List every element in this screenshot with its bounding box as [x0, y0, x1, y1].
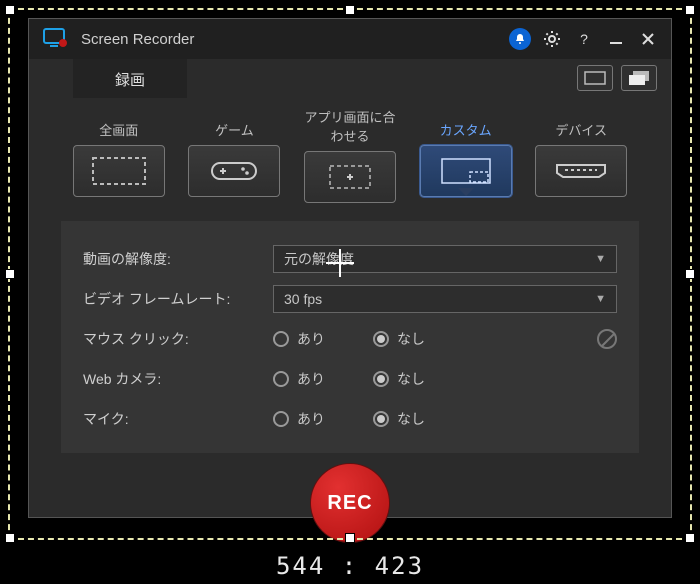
mouseclick-label: マウス クリック:	[83, 329, 273, 349]
settings-panel: 動画の解像度: 元の解像度 ▼ ビデオ フレームレート: 30 fps ▼ マウ…	[61, 221, 639, 453]
record-button[interactable]: REC	[310, 463, 390, 543]
titlebar: Screen Recorder ?	[29, 19, 671, 59]
framerate-select[interactable]: 30 fps ▼	[273, 285, 617, 313]
mouseclick-yes-radio[interactable]: あり	[273, 329, 325, 349]
chevron-down-icon: ▼	[595, 293, 606, 305]
chevron-down-icon: ▼	[595, 253, 606, 265]
aspect-mode-button[interactable]	[577, 65, 613, 91]
tab-fullscreen[interactable]: 全画面	[67, 107, 171, 203]
subbar: 録画	[29, 59, 671, 97]
mic-label: マイク:	[83, 409, 273, 429]
close-button[interactable]	[637, 28, 659, 50]
help-icon[interactable]: ?	[573, 28, 595, 50]
device-hdmi-icon	[535, 145, 627, 197]
record-tab[interactable]: 録画	[73, 59, 187, 98]
resolution-label: 動画の解像度:	[83, 249, 273, 269]
app-icon	[41, 27, 71, 51]
tab-game[interactable]: ゲーム	[183, 107, 287, 203]
mic-no-radio[interactable]: なし	[373, 409, 425, 429]
app-window: Screen Recorder ? 録画 全画面	[28, 18, 672, 518]
tab-custom[interactable]: カスタム	[414, 107, 518, 203]
tab-device[interactable]: デバイス	[529, 107, 633, 203]
mic-yes-radio[interactable]: あり	[273, 409, 325, 429]
resize-handle-ml[interactable]	[5, 269, 15, 279]
tab-fit-app[interactable]: アプリ画面に合わせる	[298, 107, 402, 203]
disabled-icon	[597, 329, 617, 349]
webcam-no-radio[interactable]: なし	[373, 369, 425, 389]
settings-gear-icon[interactable]	[541, 28, 563, 50]
fullscreen-icon	[73, 145, 165, 197]
notification-bell-button[interactable]	[509, 28, 531, 50]
fit-app-icon	[304, 151, 396, 203]
webcam-yes-radio[interactable]: あり	[273, 369, 325, 389]
app-title: Screen Recorder	[81, 31, 499, 48]
resize-handle-br[interactable]	[685, 533, 695, 543]
capture-tabs: 全画面 ゲーム アプリ画面に合わせる カスタム デバイス	[29, 97, 671, 207]
resize-handle-tc[interactable]	[345, 5, 355, 15]
custom-region-icon	[420, 145, 512, 197]
resolution-select[interactable]: 元の解像度 ▼	[273, 245, 617, 273]
gamepad-icon	[188, 145, 280, 197]
minimize-button[interactable]	[605, 28, 627, 50]
resize-handle-bl[interactable]	[5, 533, 15, 543]
resize-handle-mr[interactable]	[685, 269, 695, 279]
resize-handle-tl[interactable]	[5, 5, 15, 15]
mouseclick-no-radio[interactable]: なし	[373, 329, 425, 349]
selection-dimensions: 544 : 423	[0, 552, 700, 580]
resize-handle-tr[interactable]	[685, 5, 695, 15]
window-mode-button[interactable]	[621, 65, 657, 91]
framerate-label: ビデオ フレームレート:	[83, 289, 273, 309]
webcam-label: Web カメラ:	[83, 369, 273, 389]
